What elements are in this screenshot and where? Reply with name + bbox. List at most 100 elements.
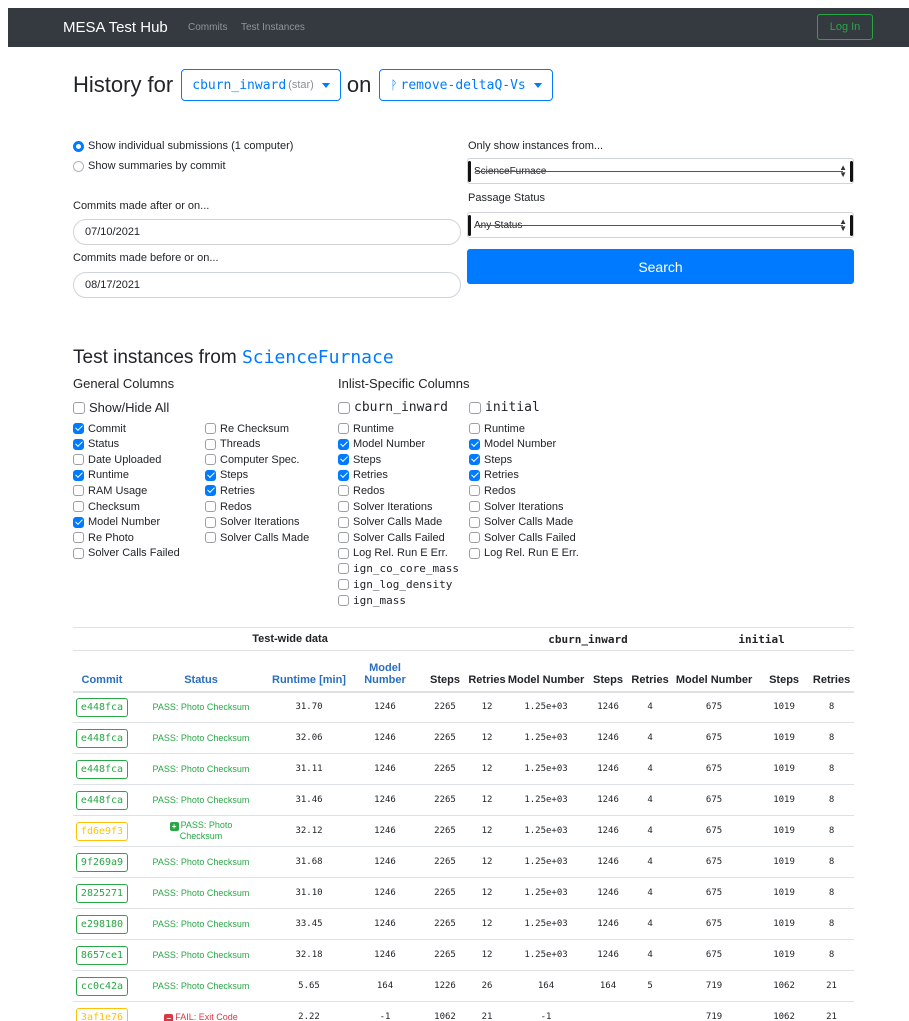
status-link[interactable]: PASS: Photo Checksum xyxy=(153,981,250,991)
initial-column-checkbox[interactable]: Runtime xyxy=(469,421,525,436)
checkbox-icon[interactable] xyxy=(469,547,480,559)
general-column-checkbox[interactable]: Re Photo xyxy=(73,530,134,545)
cburn-column-checkbox[interactable]: Retries xyxy=(338,468,388,483)
cburn-column-checkbox[interactable]: Runtime xyxy=(338,421,394,436)
general-column-checkbox[interactable]: Runtime xyxy=(73,468,129,483)
general-column-checkbox[interactable]: RAM Usage xyxy=(73,483,147,498)
search-button[interactable]: Search xyxy=(467,249,854,284)
commit-button[interactable]: fd6e9f3 xyxy=(75,821,129,841)
checkbox-icon[interactable] xyxy=(338,501,349,512)
checkbox-icon[interactable] xyxy=(205,454,216,466)
after-date-input[interactable]: 07/10/2021 xyxy=(73,219,461,245)
initial-column-checkbox[interactable]: Model Number xyxy=(469,437,556,452)
checkbox-checked-icon[interactable] xyxy=(469,438,480,450)
column-header[interactable]: Retries xyxy=(467,650,508,693)
status-link[interactable]: PASS: Photo Checksum xyxy=(153,733,250,743)
checkbox-icon[interactable] xyxy=(338,532,349,544)
test-dropdown[interactable]: cburn_inward (star) xyxy=(181,69,341,101)
checkbox-icon[interactable] xyxy=(338,594,349,606)
commit-button[interactable]: 2825271 xyxy=(75,883,129,903)
checkbox-checked-icon[interactable] xyxy=(469,454,480,466)
commit-button[interactable]: e298180 xyxy=(75,914,129,934)
column-header[interactable]: Commit xyxy=(73,650,131,693)
general-column-checkbox[interactable]: Model Number xyxy=(73,515,160,530)
computer-name[interactable]: ScienceFurnace xyxy=(242,347,394,368)
checkbox-icon[interactable] xyxy=(338,423,349,434)
commit-button[interactable]: e448fca xyxy=(75,728,129,748)
checkbox-icon[interactable] xyxy=(469,485,480,497)
checkbox-icon[interactable] xyxy=(469,532,480,544)
checkbox-icon[interactable] xyxy=(469,423,480,434)
cburn-column-checkbox[interactable]: Model Number xyxy=(338,437,425,452)
checkbox-checked-icon[interactable] xyxy=(338,454,349,466)
general-column-checkbox[interactable]: Computer Spec. xyxy=(205,452,299,467)
branch-dropdown[interactable]: ᚹ remove-deltaQ-Vs xyxy=(379,69,553,101)
radio-icon[interactable] xyxy=(73,160,84,172)
checkbox-checked-icon[interactable] xyxy=(338,469,349,481)
commit-button[interactable]: 9f269a9 xyxy=(75,852,129,872)
commit-button[interactable]: e448fca xyxy=(75,759,129,779)
general-column-checkbox[interactable]: Threads xyxy=(205,437,260,452)
cburn-column-checkbox[interactable]: Solver Iterations xyxy=(338,499,432,514)
checkbox-icon[interactable] xyxy=(73,485,84,497)
checkbox-icon[interactable] xyxy=(338,547,349,559)
before-date-input[interactable]: 08/17/2021 xyxy=(73,272,461,298)
cburn-column-checkbox[interactable]: Solver Calls Made xyxy=(338,515,442,530)
checkbox-checked-icon[interactable] xyxy=(205,469,216,481)
initial-column-checkbox[interactable]: Steps xyxy=(469,452,512,467)
checkbox-checked-icon[interactable] xyxy=(338,438,349,450)
commit-button[interactable]: 3af1e76 xyxy=(75,1007,129,1021)
commit-button[interactable]: e448fca xyxy=(75,697,129,717)
checkbox-icon[interactable] xyxy=(73,501,84,512)
initial-column-checkbox[interactable]: Solver Calls Failed xyxy=(469,530,576,545)
checkbox-icon[interactable] xyxy=(469,516,480,528)
inlist-cburn-checkbox[interactable]: cburn_inward xyxy=(338,400,448,415)
general-column-checkbox[interactable]: Solver Iterations xyxy=(205,515,299,530)
general-column-checkbox[interactable]: Date Uploaded xyxy=(73,452,161,467)
checkbox-icon[interactable] xyxy=(205,532,216,544)
cburn-column-checkbox[interactable]: Steps xyxy=(338,452,381,467)
column-header[interactable]: Runtime [min] xyxy=(271,650,347,693)
general-column-checkbox[interactable]: Solver Calls Failed xyxy=(73,546,180,561)
radio-individual[interactable]: Show individual submissions (1 computer) xyxy=(73,140,293,152)
status-link[interactable]: PASS: Photo Checksum xyxy=(153,919,250,929)
status-link[interactable]: + PASS: Photo Checksum xyxy=(156,820,246,841)
status-link[interactable]: PASS: Photo Checksum xyxy=(153,888,250,898)
status-select[interactable]: Any Status ▲ ▼ xyxy=(467,212,854,238)
commit-button[interactable]: cc0c42a xyxy=(75,976,129,996)
checkbox-checked-icon[interactable] xyxy=(73,423,84,434)
status-link[interactable]: PASS: Photo Checksum xyxy=(153,702,250,712)
show-hide-all-checkbox[interactable]: Show/Hide All xyxy=(73,400,169,415)
checkbox-icon[interactable] xyxy=(338,579,349,590)
general-column-checkbox[interactable]: Re Checksum xyxy=(205,421,289,436)
cburn-column-checkbox[interactable]: Redos xyxy=(338,483,385,498)
cburn-column-checkbox[interactable]: Log Rel. Run E Err. xyxy=(338,546,448,561)
general-column-checkbox[interactable]: Redos xyxy=(205,499,252,514)
checkbox-icon[interactable] xyxy=(338,563,349,575)
status-link[interactable]: PASS: Photo Checksum xyxy=(153,857,250,867)
general-column-checkbox[interactable]: Retries xyxy=(205,483,255,498)
cburn-column-checkbox[interactable]: ign_mass xyxy=(338,593,406,608)
checkbox-icon[interactable] xyxy=(73,547,84,559)
checkbox-icon[interactable] xyxy=(338,485,349,497)
checkbox-checked-icon[interactable] xyxy=(73,469,84,481)
checkbox-checked-icon[interactable] xyxy=(469,469,480,481)
status-link[interactable]: PASS: Photo Checksum xyxy=(153,950,250,960)
checkbox-checked-icon[interactable] xyxy=(73,438,84,450)
initial-column-checkbox[interactable]: Solver Iterations xyxy=(469,499,563,514)
initial-column-checkbox[interactable]: Retries xyxy=(469,468,519,483)
cburn-column-checkbox[interactable]: Solver Calls Failed xyxy=(338,530,445,545)
commit-button[interactable]: 8657ce1 xyxy=(75,945,129,965)
cburn-column-checkbox[interactable]: ign_log_density xyxy=(338,577,452,592)
general-column-checkbox[interactable]: Checksum xyxy=(73,499,140,514)
checkbox-icon[interactable] xyxy=(338,516,349,528)
column-header[interactable]: Status xyxy=(131,650,271,693)
checkbox-checked-icon[interactable] xyxy=(205,485,216,497)
general-column-checkbox[interactable]: Commit xyxy=(73,421,126,436)
radio-summaries[interactable]: Show summaries by commit xyxy=(73,160,226,172)
column-header[interactable]: Model Number xyxy=(347,650,423,693)
column-header[interactable]: Steps xyxy=(423,650,467,693)
status-link[interactable]: − FAIL: Exit Code xyxy=(164,1012,238,1021)
inlist-initial-checkbox[interactable]: initial xyxy=(469,400,540,415)
radio-checked-icon[interactable] xyxy=(73,140,84,152)
